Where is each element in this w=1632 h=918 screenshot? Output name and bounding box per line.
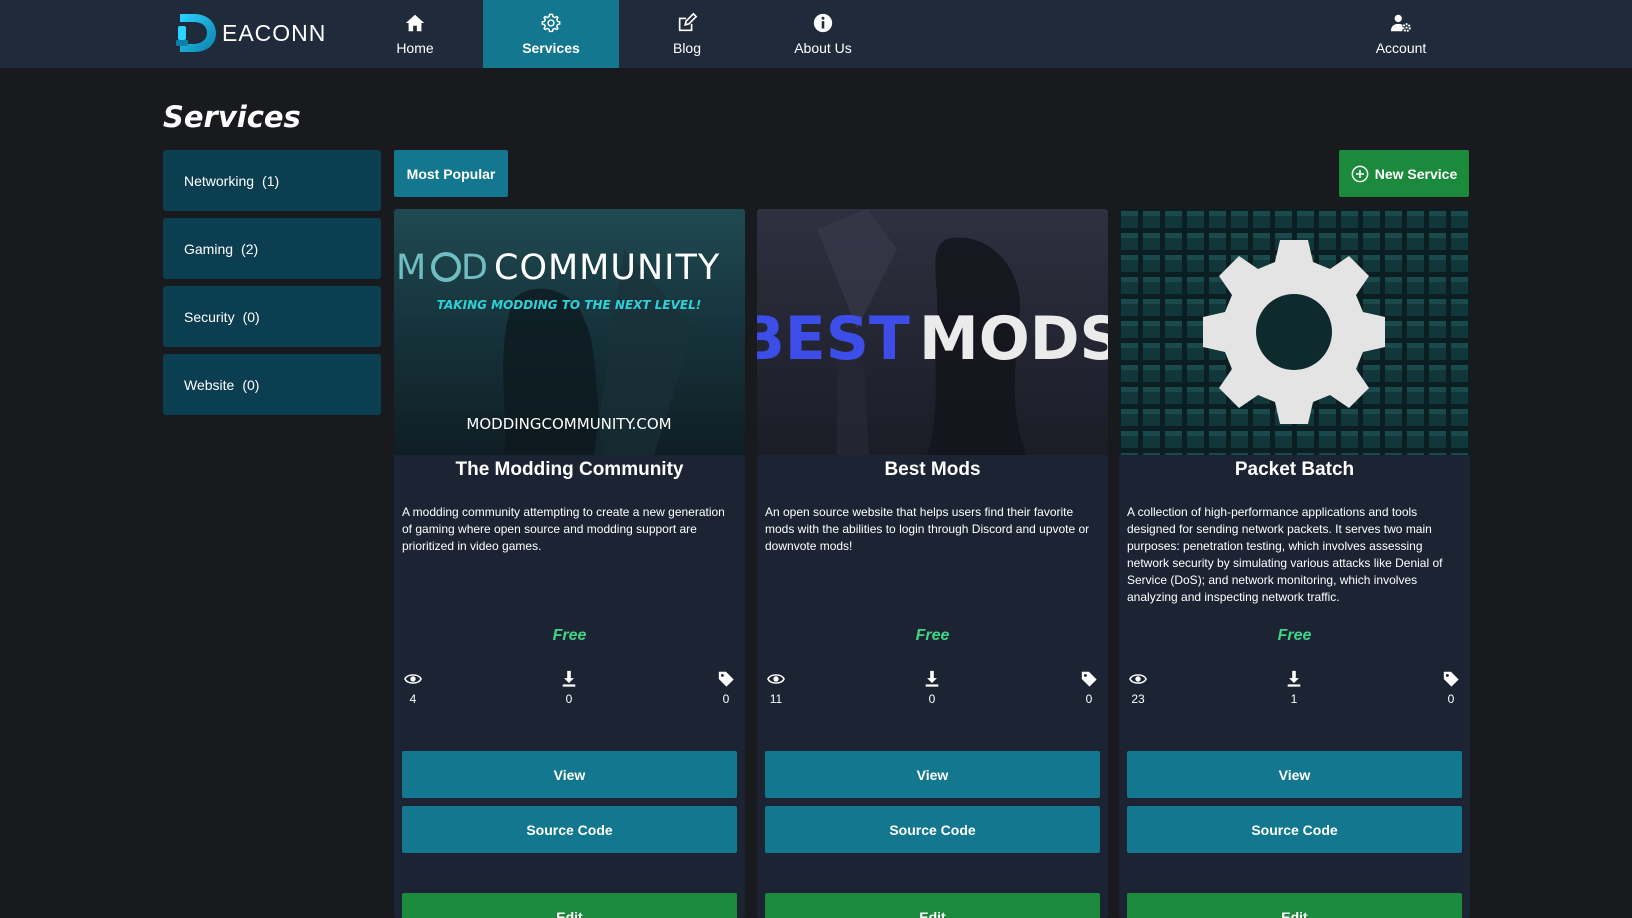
service-card: Packet Batch A collection of high-perfor… (1119, 209, 1470, 918)
new-service-button[interactable]: New Service (1339, 150, 1469, 197)
banner-text-prefix: M (396, 248, 426, 288)
user-cog-icon (1390, 14, 1411, 32)
sidebar-item-gaming[interactable]: Gaming (2) (163, 218, 381, 279)
brand-name: EACONN (222, 19, 327, 46)
home-icon (405, 14, 425, 32)
tag-icon (718, 671, 734, 687)
view-button[interactable]: View (765, 751, 1100, 798)
stat-views: 11 (761, 670, 791, 706)
sidebar-item-count: (1) (262, 172, 280, 189)
views-count: 4 (409, 692, 417, 706)
view-button[interactable]: View (402, 751, 737, 798)
nav-home-label: Home (396, 40, 434, 56)
stat-downloads: 0 (554, 670, 584, 706)
service-price: Free (1277, 627, 1312, 644)
nav-blog[interactable]: Blog (619, 0, 755, 68)
eye-icon (1129, 674, 1147, 684)
sidebar-item-count: (0) (242, 376, 260, 393)
nav-services-label: Services (522, 40, 580, 56)
banner-word-mods: MODS (919, 304, 1108, 374)
most-popular-button[interactable]: Most Popular (394, 150, 508, 197)
download-icon (562, 670, 576, 687)
download-icon (925, 670, 939, 687)
source-code-button[interactable]: Source Code (1127, 806, 1462, 853)
stat-tags: 0 (711, 670, 741, 706)
page-title: Services (163, 100, 301, 134)
edit-button[interactable]: Edit (402, 893, 737, 918)
service-description: An open source website that helps users … (765, 505, 1090, 553)
sidebar-item-count: (0) (242, 308, 260, 325)
service-card: M D COMMUNITY TAKING MODDING TO THE NEXT… (394, 209, 745, 918)
service-banner-image[interactable] (1119, 209, 1470, 455)
gear-icon (541, 13, 561, 33)
new-service-label: New Service (1374, 165, 1458, 182)
top-navbar: EACONN Home Services Blog About Us Accou… (0, 0, 1632, 68)
source-code-button[interactable]: Source Code (765, 806, 1100, 853)
sidebar-item-label: Networking (184, 172, 255, 189)
banner-url: MODDINGCOMMUNITY.COM (466, 415, 671, 433)
sidebar-item-label: Website (184, 376, 235, 393)
tag-icon (1081, 671, 1097, 687)
tags-count: 0 (1085, 692, 1093, 706)
service-card: BEST MODS Best Mods An open source websi… (757, 209, 1108, 918)
download-icon (1287, 670, 1301, 687)
nav-about-label: About Us (794, 40, 852, 56)
nav-blog-label: Blog (672, 40, 702, 56)
nav-services[interactable]: Services (483, 0, 619, 68)
sidebar-item-networking[interactable]: Networking (1) (163, 150, 381, 211)
nav-about[interactable]: About Us (755, 0, 891, 68)
info-icon (813, 13, 833, 33)
stat-downloads: 1 (1279, 670, 1309, 706)
tag-icon (1443, 671, 1459, 687)
edit-button[interactable]: Edit (765, 893, 1100, 918)
logo-d-icon (176, 14, 216, 52)
nav-account-label: Account (1375, 40, 1427, 56)
service-description: A modding community attempting to create… (402, 505, 725, 553)
sidebar-item-label: Security (184, 308, 235, 325)
service-price: Free (915, 627, 950, 644)
service-banner-image[interactable]: M D COMMUNITY TAKING MODDING TO THE NEXT… (394, 209, 745, 455)
sidebar-item-website[interactable]: Website (0) (163, 354, 381, 415)
service-price: Free (552, 627, 587, 644)
stat-views: 23 (1123, 670, 1153, 706)
service-banner-image[interactable]: BEST MODS (757, 209, 1108, 455)
banner-tagline: TAKING MODDING TO THE NEXT LEVEL! (437, 298, 701, 312)
stat-tags: 0 (1074, 670, 1104, 706)
views-count: 23 (1131, 692, 1145, 706)
tags-count: 0 (722, 692, 730, 706)
downloads-count: 1 (1290, 692, 1298, 706)
svg-text:D: D (461, 248, 488, 288)
brand-logo[interactable]: EACONN (174, 10, 336, 56)
edit-icon (678, 12, 698, 32)
nav-account[interactable]: Account (1333, 0, 1469, 68)
nav-home[interactable]: Home (347, 0, 483, 68)
stat-views: 4 (398, 670, 428, 706)
source-code-button[interactable]: Source Code (402, 806, 737, 853)
service-title: Best Mods (884, 459, 981, 480)
svg-text:COMMUNITY: COMMUNITY (494, 248, 720, 288)
service-description: A collection of high-performance applica… (1127, 505, 1443, 604)
eye-icon (767, 674, 785, 684)
edit-button[interactable]: Edit (1127, 893, 1462, 918)
plus-circle-icon (1351, 165, 1369, 182)
banner-word-best: BEST (757, 304, 910, 374)
large-gear-graphic (1203, 240, 1385, 424)
sidebar-item-label: Gaming (184, 240, 234, 257)
view-button[interactable]: View (1127, 751, 1462, 798)
sidebar-item-security[interactable]: Security (0) (163, 286, 381, 347)
views-count: 11 (769, 692, 783, 706)
downloads-count: 0 (565, 692, 573, 706)
eye-icon (404, 674, 422, 684)
stat-downloads: 0 (917, 670, 947, 706)
downloads-count: 0 (928, 692, 936, 706)
service-title: The Modding Community (455, 459, 684, 480)
tags-count: 0 (1447, 692, 1455, 706)
stat-tags: 0 (1436, 670, 1466, 706)
service-title: Packet Batch (1234, 459, 1355, 480)
sidebar-item-count: (2) (241, 240, 259, 257)
